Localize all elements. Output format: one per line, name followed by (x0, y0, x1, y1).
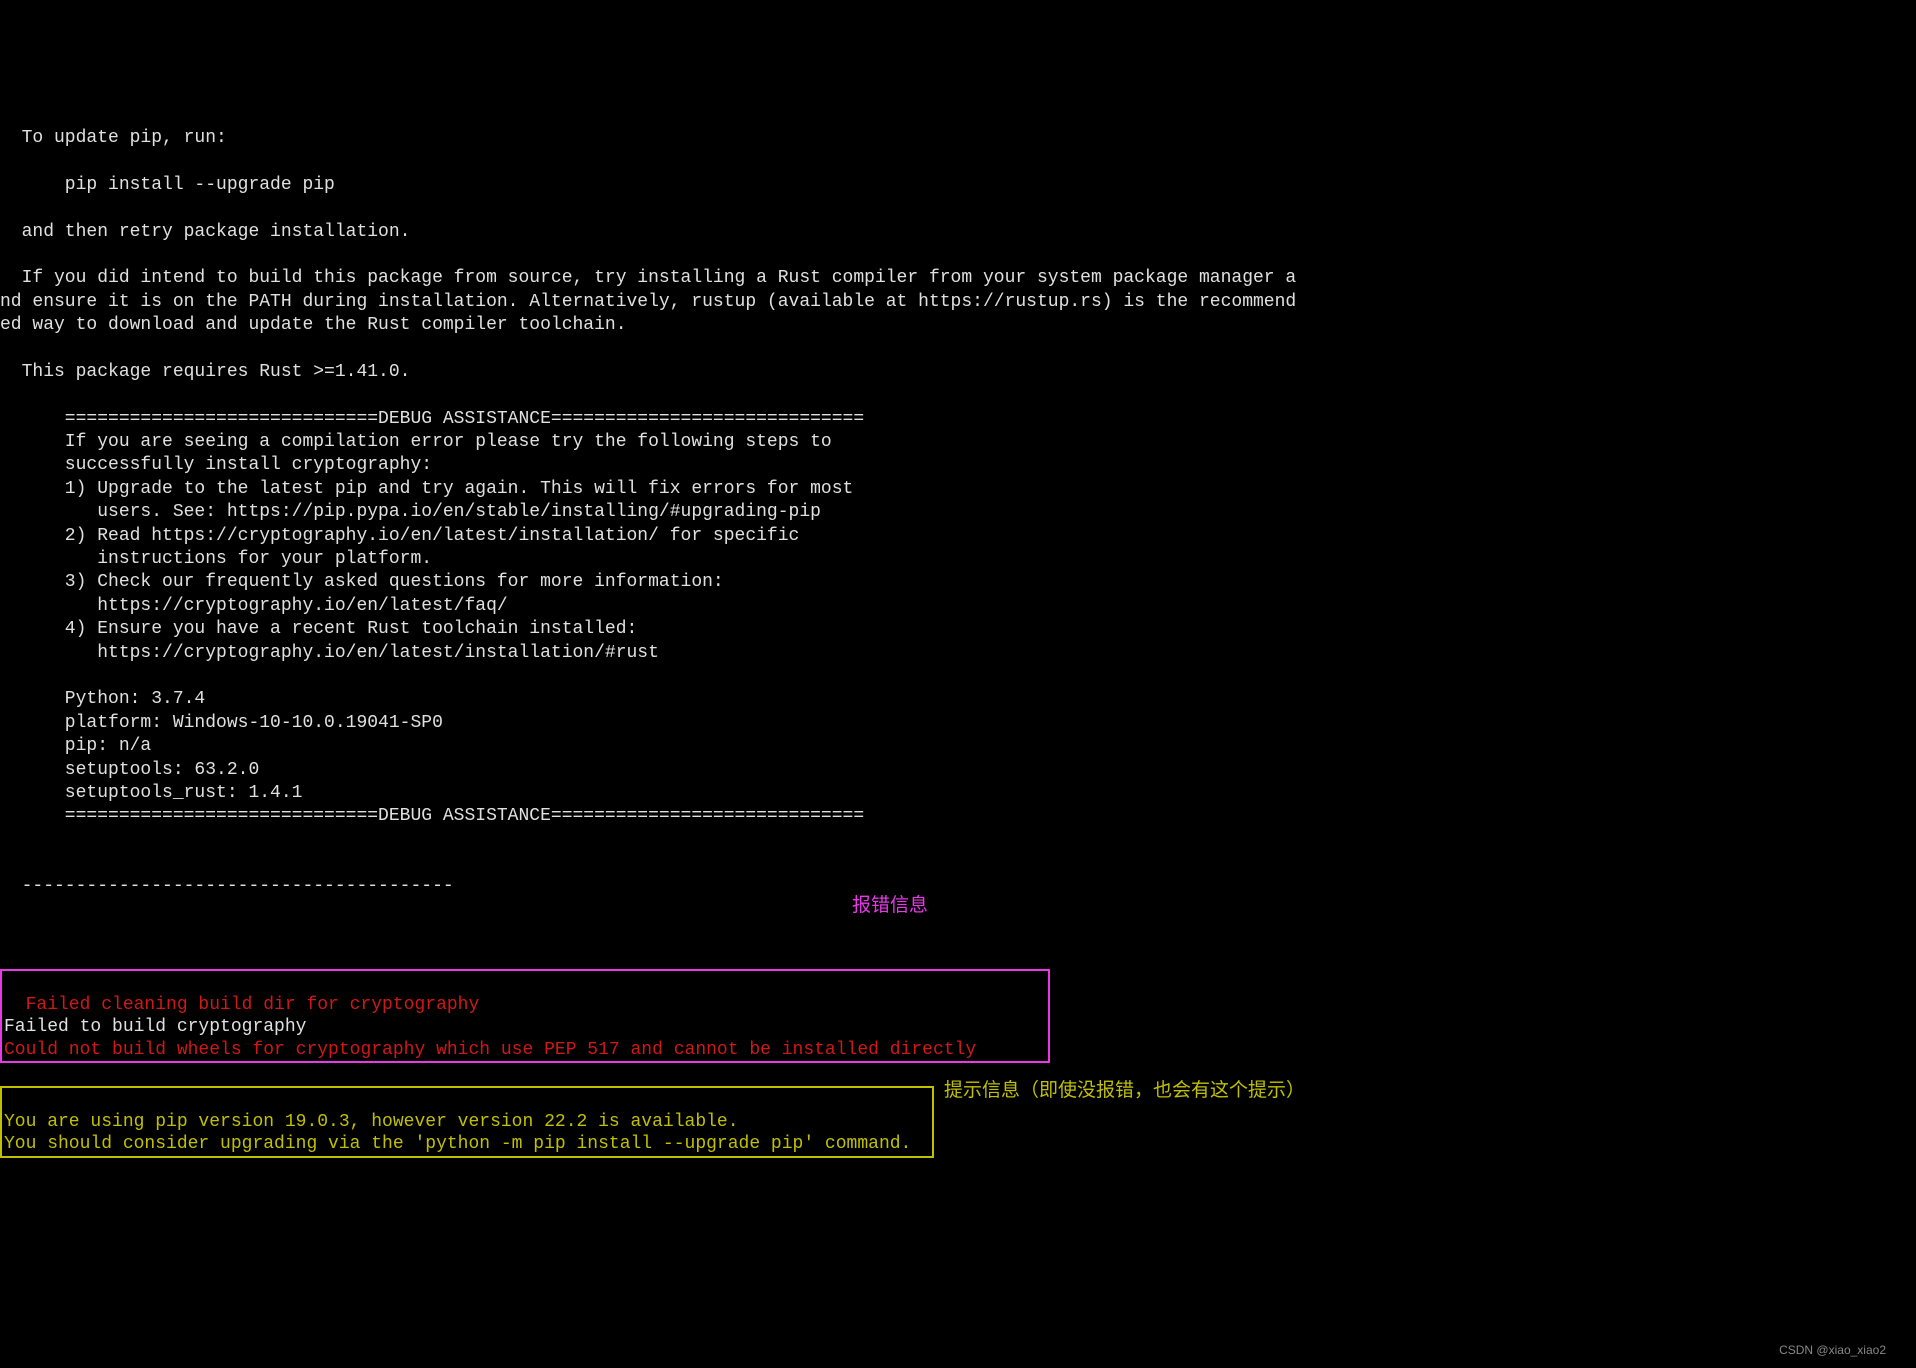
terminal-line: and then retry package installation. (0, 222, 410, 242)
error-message-box: Failed cleaning build dir for cryptograp… (0, 969, 1050, 1063)
terminal-line: pip: n/a (0, 736, 151, 756)
terminal-line: platform: Windows-10-10.0.19041-SP0 (0, 713, 443, 733)
error-line: Could not build wheels for cryptography … (4, 1040, 976, 1060)
hint-line: You should consider upgrading via the 'p… (4, 1134, 911, 1154)
terminal-line: =============================DEBUG ASSIS… (0, 806, 864, 826)
terminal-line: Python: 3.7.4 (0, 689, 205, 709)
error-line: Failed to build cryptography (4, 1017, 306, 1037)
hint-message-box: You are using pip version 19.0.3, howeve… (0, 1086, 934, 1158)
terminal-line: =============================DEBUG ASSIS… (0, 409, 864, 429)
terminal-line: If you did intend to build this package … (0, 268, 1296, 288)
terminal-line: To update pip, run: (0, 128, 227, 148)
terminal-line: pip install --upgrade pip (0, 175, 335, 195)
watermark-text: CSDN @xiao_xiao2 (1779, 1343, 1886, 1359)
terminal-line: If you are seeing a compilation error pl… (0, 432, 832, 452)
terminal-line: nd ensure it is on the PATH during insta… (0, 292, 1296, 312)
terminal-line: successfully install cryptography: (0, 455, 432, 475)
terminal-line: 2) Read https://cryptography.io/en/lates… (0, 526, 799, 546)
hint-annotation-label: 提示信息（即使没报错，也会有这个提示） (944, 1079, 1305, 1104)
terminal-line: 1) Upgrade to the latest pip and try aga… (0, 479, 853, 499)
terminal-line: ---------------------------------------- (0, 876, 454, 896)
terminal-line: setuptools_rust: 1.4.1 (0, 783, 302, 803)
terminal-line: ed way to download and update the Rust c… (0, 315, 627, 335)
terminal-line: setuptools: 63.2.0 (0, 760, 259, 780)
terminal-line: https://cryptography.io/en/latest/faq/ (0, 596, 508, 616)
terminal-line: This package requires Rust >=1.41.0. (0, 362, 410, 382)
terminal-line: 4) Ensure you have a recent Rust toolcha… (0, 619, 637, 639)
hint-line: You are using pip version 19.0.3, howeve… (4, 1112, 739, 1132)
terminal-line: https://cryptography.io/en/latest/instal… (0, 643, 659, 663)
terminal-line: users. See: https://pip.pypa.io/en/stabl… (0, 502, 821, 522)
terminal-output: To update pip, run: pip install --upgrad… (0, 94, 1916, 899)
terminal-line: 3) Check our frequently asked questions … (0, 572, 724, 592)
error-annotation-label: 报错信息 (852, 894, 928, 919)
error-line: Failed cleaning build dir for cryptograp… (4, 995, 479, 1015)
terminal-line: instructions for your platform. (0, 549, 432, 569)
